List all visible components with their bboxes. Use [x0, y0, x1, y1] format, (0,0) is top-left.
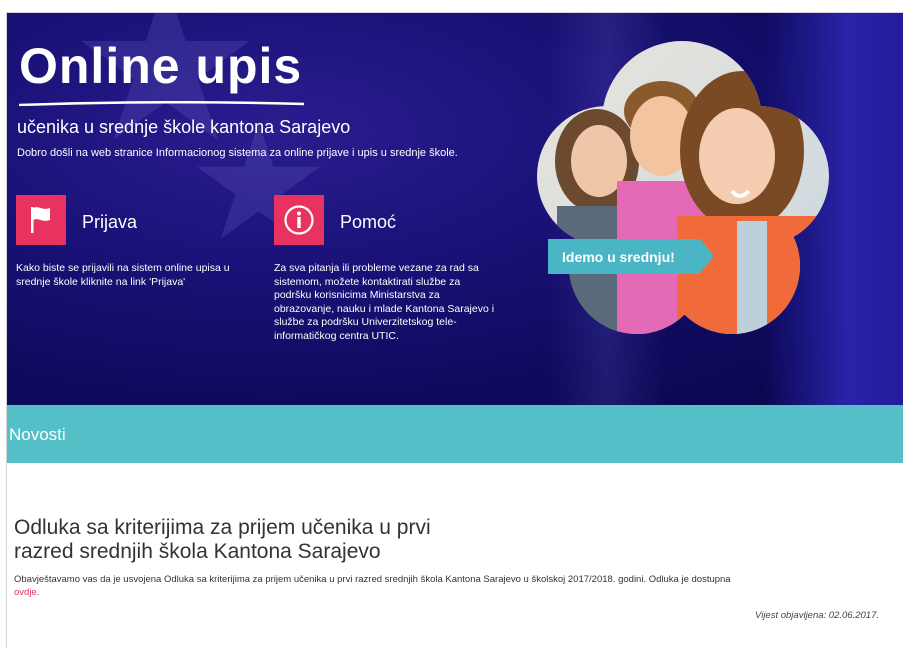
info-icon — [284, 205, 314, 235]
hero-subtitle: učenika u srednje škole kantona Sarajevo — [17, 117, 351, 137]
motto-banner: Idemo u srednju! — [548, 239, 714, 274]
article-body: Obavještavamo vas da je usvojena Odluka … — [14, 573, 884, 599]
hero-title: Online upis — [19, 38, 303, 94]
students-photo — [537, 41, 829, 334]
pomoc-icon-button[interactable] — [274, 195, 324, 245]
pomoc-text-line: obrazovanje, nauku i mlade Kantona Saraj… — [274, 302, 495, 315]
prijava-icon-button[interactable] — [16, 195, 66, 245]
title-underline — [19, 101, 304, 106]
pomoc-text-line: Za sva pitanja ili probleme vezane za ra… — [274, 262, 479, 274]
pomoc-text-line: sistemom, možete kontaktirati službe za — [274, 275, 461, 288]
hero-section: ★ ★ Online upis učenika u srednje škole … — [7, 13, 903, 405]
article-title-line[interactable]: Odluka sa kriterijima za prijem učenika … — [14, 516, 431, 539]
news-header: Novosti — [9, 425, 66, 444]
news-header-bar: Novosti — [7, 405, 903, 463]
published-date: Vijest objavljena: 02.06.2017. — [755, 610, 879, 621]
article-title-line[interactable]: razred srednjih škola Kantona Sarajevo — [14, 540, 381, 563]
pomoc-description: Za sva pitanja ili probleme vezane za ra… — [274, 262, 524, 343]
pomoc-text-line: informatičkog centra UTIC. — [274, 329, 399, 342]
prijava-text-line: srednje škole kliknite na link 'Prijava' — [16, 275, 186, 288]
prijava-link[interactable]: Prijava — [82, 212, 137, 233]
article-body-text: Obavještavamo vas da je usvojena Odluka … — [14, 574, 731, 585]
article-title[interactable]: Odluka sa kriterijima za prijem učenika … — [14, 516, 534, 564]
pomoc-text-line: podršku korisnicima Ministarstva za — [274, 289, 440, 301]
prijava-text-line: Kako biste se prijavili na sistem online… — [16, 262, 230, 274]
pomoc-link[interactable]: Pomoć — [340, 212, 396, 233]
prijava-description: Kako biste se prijavili na sistem online… — [16, 262, 256, 289]
article-link[interactable]: ovdje. — [14, 587, 39, 598]
welcome-text: Dobro došli na web stranice Informaciono… — [17, 147, 458, 159]
pomoc-text-line: službe za podršku Univerzitetskog tele- — [274, 316, 457, 328]
flag-icon — [31, 207, 50, 233]
